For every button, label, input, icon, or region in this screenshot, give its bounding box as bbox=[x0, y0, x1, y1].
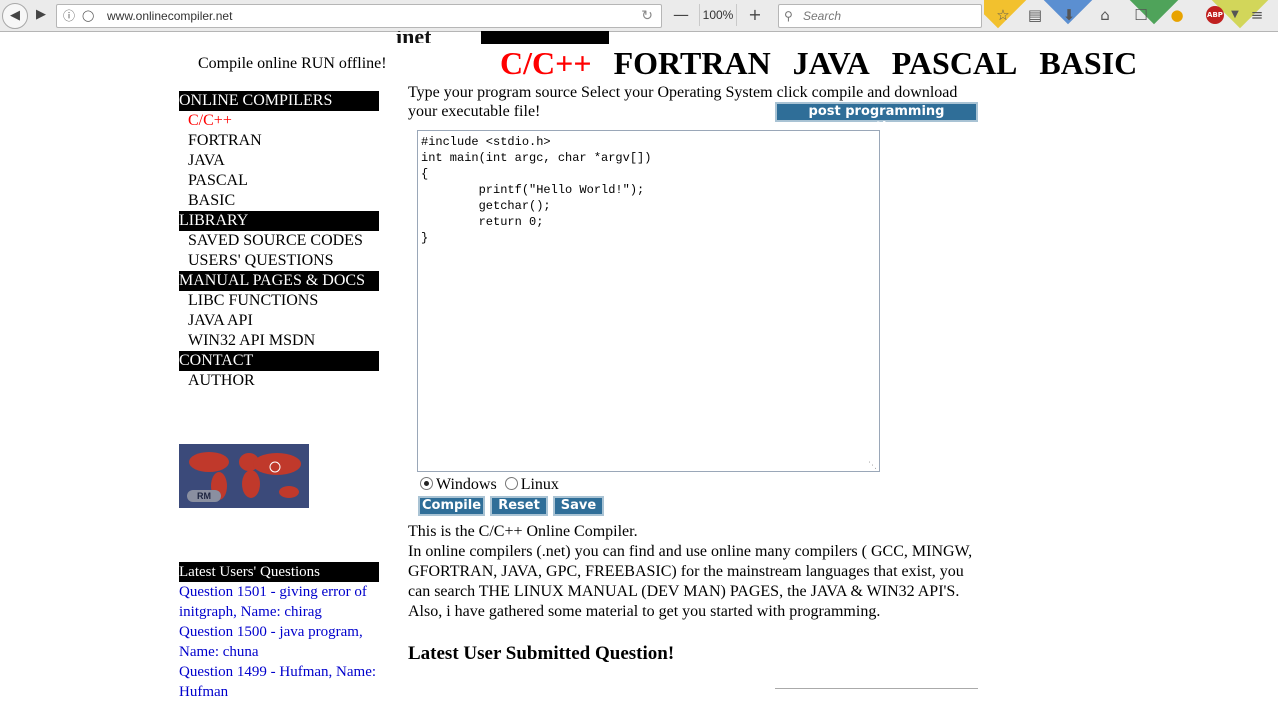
os-radio-label[interactable]: Linux bbox=[521, 476, 559, 493]
language-nav: C/C++ FORTRAN JAVA PASCAL BASIC bbox=[500, 45, 1159, 82]
question-link[interactable]: Question 1500 - java program, Name: chun… bbox=[179, 622, 379, 662]
lightbulb-icon[interactable]: ● bbox=[1166, 5, 1188, 25]
source-code-editor[interactable] bbox=[417, 130, 880, 472]
toolbar-icons: ☆ ▤ ⬇ ⌂ ☐ ● ABP ▼ ≡ bbox=[984, 0, 1278, 31]
latest-questions-heading: Latest Users' Questions bbox=[179, 562, 379, 582]
latest-question-heading: Latest User Submitted Question! bbox=[408, 643, 675, 664]
sidebar-section-heading: ONLINE COMPILERS bbox=[179, 91, 379, 111]
sidebar-section-heading: LIBRARY bbox=[179, 211, 379, 231]
sidebar-link[interactable]: PASCAL bbox=[179, 171, 379, 191]
os-radio[interactable] bbox=[504, 476, 518, 490]
compiler-description: This is the C/C++ Online Compiler. In on… bbox=[408, 522, 978, 622]
home-icon[interactable]: ⌂ bbox=[1094, 5, 1116, 25]
download-icon[interactable]: ⬇ bbox=[1058, 5, 1080, 25]
address-bar[interactable]: ⓘ ◯ www.onlinecompiler.net ↻ bbox=[56, 4, 662, 28]
adblock-icon[interactable]: ABP bbox=[1206, 6, 1224, 24]
sidebar-link[interactable]: SAVED SOURCE CODES bbox=[179, 231, 379, 251]
site-banner bbox=[481, 31, 609, 44]
reading-list-icon[interactable]: ▤ bbox=[1024, 5, 1046, 25]
language-link[interactable]: JAVA bbox=[793, 45, 870, 81]
description-body: In online compilers (.net) you can find … bbox=[408, 543, 973, 620]
forward-button[interactable]: ▶ bbox=[30, 4, 52, 26]
post-questions-button[interactable]: post programming questions bbox=[775, 102, 978, 135]
search-box[interactable]: ⚲ Search bbox=[778, 4, 982, 28]
chevron-down-icon[interactable]: ▼ bbox=[1224, 5, 1246, 25]
zoom-in-button[interactable]: + bbox=[744, 4, 766, 26]
search-icon: ⚲ bbox=[784, 9, 793, 23]
sidebar: ONLINE COMPILERS C/C++ FORTRAN JAVA PASCAL BA… bbox=[179, 91, 379, 391]
reset-button[interactable]: Reset bbox=[490, 496, 548, 516]
site-tagline: Compile online RUN offline! bbox=[198, 55, 387, 72]
sidebar-link[interactable]: JAVA bbox=[179, 151, 379, 171]
question-link[interactable]: Question 1499 - Hufman, Name: Hufman bbox=[179, 662, 379, 702]
browser-toolbar: ◀ ▶ ⓘ ◯ www.onlinecompiler.net ↻ — 100% … bbox=[0, 0, 1278, 32]
shield-icon[interactable]: ◯ bbox=[82, 5, 94, 27]
bookmark-star-icon[interactable]: ☆ bbox=[992, 5, 1014, 25]
map-badge: RM bbox=[187, 490, 221, 502]
os-radio[interactable] bbox=[420, 476, 433, 490]
site-logo-fragment: inet bbox=[396, 31, 431, 43]
sidebar-link[interactable]: AUTHOR bbox=[179, 371, 379, 391]
os-radio-label[interactable]: Windows bbox=[436, 476, 497, 493]
compile-button[interactable]: Compile bbox=[418, 496, 485, 516]
sidebar-section-heading: CONTACT bbox=[179, 351, 379, 371]
sidebar-link[interactable]: JAVA API bbox=[179, 311, 379, 331]
language-link[interactable]: BASIC bbox=[1039, 45, 1137, 81]
search-placeholder: Search bbox=[803, 9, 842, 23]
language-link[interactable]: FORTRAN bbox=[614, 45, 771, 81]
zoom-out-button[interactable]: — bbox=[670, 4, 692, 26]
language-link[interactable]: C/C++ bbox=[500, 45, 592, 81]
url-text[interactable]: www.onlinecompiler.net bbox=[107, 5, 232, 27]
arrow-left-icon: ◀ bbox=[10, 8, 20, 23]
question-link[interactable]: Question 1501 - giving error of initgrap… bbox=[179, 582, 379, 622]
description-title: This is the C/C++ Online Compiler. bbox=[408, 523, 638, 540]
save-button[interactable]: Save bbox=[553, 496, 604, 516]
sidebar-link[interactable]: WIN32 API MSDN bbox=[179, 331, 379, 351]
sidebar-section-heading: MANUAL PAGES & DOCS bbox=[179, 271, 379, 291]
pocket-icon[interactable]: ☐ bbox=[1130, 5, 1152, 25]
sidebar-link[interactable]: FORTRAN bbox=[179, 131, 379, 151]
sidebar-link[interactable]: USERS' QUESTIONS bbox=[179, 251, 379, 271]
back-button[interactable]: ◀ bbox=[2, 3, 28, 29]
os-selector: Windows Linux bbox=[420, 476, 559, 494]
zoom-level[interactable]: 100% bbox=[699, 4, 737, 26]
resize-grip-icon[interactable]: ⋱ bbox=[868, 461, 877, 471]
latest-questions-list: Question 1501 - giving error of initgrap… bbox=[179, 582, 379, 702]
sidebar-link[interactable]: C/C++ bbox=[179, 111, 379, 131]
divider bbox=[775, 688, 978, 689]
visitor-map[interactable]: RM bbox=[179, 444, 309, 508]
arrow-right-icon: ▶ bbox=[36, 7, 46, 22]
sidebar-link[interactable]: LIBC FUNCTIONS bbox=[179, 291, 379, 311]
info-icon[interactable]: ⓘ bbox=[63, 5, 75, 27]
reload-icon[interactable]: ↻ bbox=[641, 5, 653, 27]
menu-icon[interactable]: ≡ bbox=[1246, 5, 1268, 25]
sidebar-link[interactable]: BASIC bbox=[179, 191, 379, 211]
language-link[interactable]: PASCAL bbox=[892, 45, 1018, 81]
